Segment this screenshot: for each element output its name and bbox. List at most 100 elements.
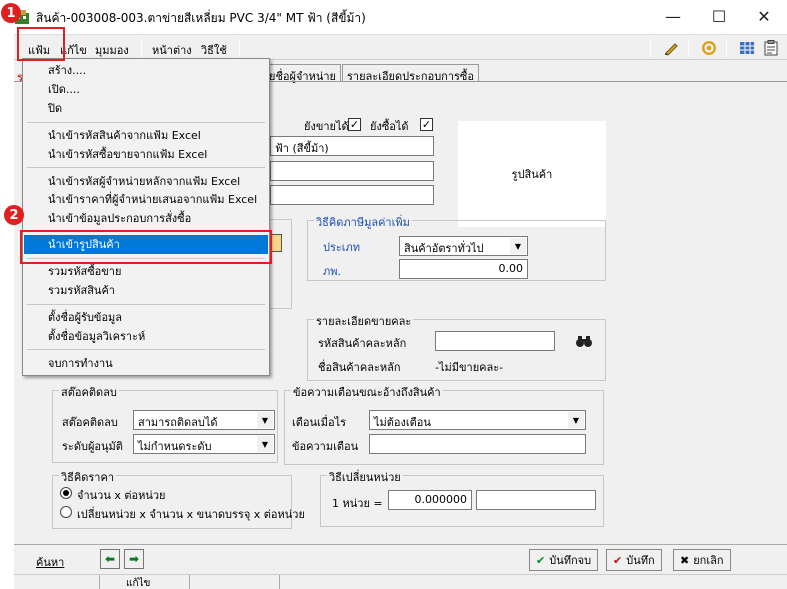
toolbar-separator [688, 39, 689, 57]
stock-mode-label: สต๊อคติดลบ [62, 416, 118, 429]
next-arrow-icon[interactable]: ➡ [124, 549, 144, 569]
menu-item-open[interactable]: เปิด.... [24, 80, 268, 99]
prev-arrow-icon[interactable]: ⬅ [100, 549, 120, 569]
menu-item-import-main-supplier[interactable]: นำเข้ารหัสผู้จำหน่ายหลักจากแฟ้ม Excel [24, 172, 268, 191]
status-bar: แก้ไข [14, 574, 787, 589]
menu-item-import-supplier-prices[interactable]: นำเข้าราคาที่ผู้จำหน่ายเสนอจากแฟ้ม Excel [24, 190, 268, 209]
menu-window[interactable]: หน้าต่าง [152, 41, 192, 59]
pen-icon[interactable] [660, 37, 682, 59]
menu-separator [27, 167, 265, 168]
target-icon[interactable] [698, 37, 720, 59]
bottom-bar: ค้นหา ⬅ ➡ ✔ บันทึกจบ ✔ บันทึก ✖ ยกเลิก [14, 544, 787, 574]
close-icon: ✖ [680, 553, 690, 567]
bundle-code-input[interactable] [435, 331, 555, 351]
search-link[interactable]: ค้นหา [36, 553, 64, 571]
step-2-badge: 2 [4, 205, 24, 225]
unit-ratio-input[interactable]: 0.000000 [388, 490, 472, 510]
binoculars-icon[interactable] [573, 331, 595, 351]
bundle-name-value: -ไม่มีขายคละ- [435, 361, 504, 374]
hidden-group-edge [270, 219, 292, 309]
approval-level-select[interactable]: ไม่กำหนดระดับ ▼ [133, 434, 275, 454]
menu-help[interactable]: วิธีใช้ [201, 41, 227, 59]
pricing-option-1-label[interactable]: จำนวน x ต่อหน่วย [77, 486, 165, 504]
cancel-button[interactable]: ✖ ยกเลิก [673, 549, 731, 571]
highlight-file-menu [17, 27, 65, 61]
vat-type-select[interactable]: สินค้าอัตราทั่วไป ▼ [399, 236, 528, 256]
can-buy-label: ยังซื้อได้ [370, 120, 409, 133]
title-bar: สินค้า-003008-003.ตาข่ายสีเหลี่ยม PVC 3/… [0, 0, 787, 32]
menu-separator [141, 39, 142, 57]
toolbar-separator [726, 39, 727, 57]
check-icon: ✔ [536, 553, 546, 567]
unit-label: 1 หน่วย = [332, 497, 383, 510]
menu-item-import-purchase-info[interactable]: นำเข้าข้อมูลประกอบการสั่งซื้อ [24, 209, 268, 228]
menu-item-exit[interactable]: จบการทำงาน [24, 354, 268, 373]
product-photo-label: รูปสินค้า [511, 168, 553, 181]
menu-item-set-recipient[interactable]: ตั้งชื่อผู้รับข้อมูล [24, 308, 268, 327]
pricing-option-2-radio[interactable] [60, 506, 72, 518]
clipboard-icon[interactable] [760, 37, 782, 59]
unit-name-input[interactable] [476, 490, 596, 510]
product-name-field-2[interactable] [270, 161, 434, 181]
menu-view[interactable]: มุมมอง [95, 41, 129, 59]
pricing-option-2-label[interactable]: เปลี่ยนหน่วย x จำนวน x ขนาดบรรจุ x ต่อหน… [77, 505, 305, 523]
vat-rate-input[interactable]: 0.00 [399, 259, 528, 279]
vat-group-title: วิธีคิดภาษีมูลค่าเพิ่ม [314, 213, 412, 231]
bundle-name-label: ชื่อสินค้าคละหลัก [318, 361, 401, 374]
warn-when-label: เตือนเมื่อไร [292, 416, 347, 429]
menu-item-import-products[interactable]: นำเข้ารหัสสินค้าจากแฟ้ม Excel [24, 126, 268, 145]
stock-mode-select[interactable]: สามารถติดลบได้ ▼ [133, 410, 275, 430]
check-icon: ✔ [613, 553, 623, 567]
bundle-group-title: รายละเอียดขายคละ [314, 312, 414, 330]
file-menu-dropdown: สร้าง.... เปิด.... ปิด นำเข้ารหัสสินค้าจ… [22, 58, 270, 376]
status-cell-1 [14, 575, 100, 589]
menu-item-merge-trade-codes[interactable]: รวมรหัสซื้อขาย [24, 262, 268, 281]
can-sell-checkbox[interactable]: ✓ [348, 118, 361, 131]
pricing-group: วิธีคิดราคา จำนวน x ต่อหน่วย เปลี่ยนหน่ว… [52, 468, 305, 529]
maximize-button[interactable]: ☐ [696, 0, 742, 32]
tab-suppliers[interactable]: ยชื่อผู้จำหน่าย [264, 64, 341, 83]
status-mode: แก้ไข [100, 575, 190, 589]
menu-item-import-trade-codes[interactable]: นำเข้ารหัสซื้อขายจากแฟ้ม Excel [24, 145, 268, 164]
can-sell-label: ยังขายได้ [304, 120, 349, 133]
save-close-button[interactable]: ✔ บันทึกจบ [529, 549, 599, 571]
menu-separator [239, 39, 240, 57]
vat-type-label: ประเภท [323, 241, 361, 254]
chevron-down-icon: ▼ [257, 436, 273, 452]
close-button[interactable]: ✕ [741, 0, 787, 32]
save-button[interactable]: ✔ บันทึก [606, 549, 662, 571]
menu-item-set-analysis[interactable]: ตั้งชื่อข้อมูลวิเคราะห์ [24, 327, 268, 346]
status-cell-3 [190, 575, 280, 589]
tab-purchase-details[interactable]: รายละเอียดประกอบการซื้อ [342, 64, 479, 83]
grid-icon[interactable] [736, 37, 758, 59]
product-name-field-3[interactable] [270, 185, 434, 205]
window-title: สินค้า-003008-003.ตาข่ายสีเหลี่ยม PVC 3/… [36, 11, 366, 25]
warn-when-select[interactable]: ไม่ต้องเตือน ▼ [369, 410, 586, 430]
pricing-option-1-radio[interactable] [60, 487, 72, 499]
warning-group: ข้อความเตือนขณะอ้างถึงสินค้า เตือนเมื่อไ… [284, 383, 604, 465]
menu-item-merge-product-codes[interactable]: รวมรหัสสินค้า [24, 281, 268, 300]
product-name-field[interactable]: ฟ้า (สีขี้ม้า) [270, 136, 434, 156]
step-1-badge: 1 [1, 3, 21, 23]
pricing-group-title: วิธีคิดราคา [59, 468, 117, 486]
warn-message-input[interactable] [369, 434, 586, 454]
menu-item-new[interactable]: สร้าง.... [24, 61, 268, 80]
unit-group-title: วิธีเปลี่ยนหน่วย [327, 468, 403, 486]
menu-bar: แฟ้ม แก้ไข มุมมอง หน้าต่าง วิธีใช้ [14, 34, 787, 60]
minimize-button[interactable]: — [650, 0, 696, 32]
menu-separator [27, 349, 265, 350]
menu-item-close[interactable]: ปิด [24, 99, 268, 118]
chevron-down-icon: ▼ [257, 412, 273, 428]
highlight-import-images [20, 230, 272, 264]
warn-message-label: ข้อความเตือน [292, 440, 359, 453]
chevron-down-icon: ▼ [510, 238, 526, 254]
bundle-group: รายละเอียดขายคละ รหัสสินค้าคละหลัก ชื่อส… [307, 312, 606, 381]
menu-separator [27, 122, 265, 123]
stock-group-title: สต๊อคติดลบ [59, 383, 119, 401]
warning-group-title: ข้อความเตือนขณะอ้างถึงสินค้า [291, 383, 443, 401]
vat-group: วิธีคิดภาษีมูลค่าเพิ่ม ประเภท สินค้าอัตร… [307, 213, 606, 281]
can-buy-checkbox[interactable]: ✓ [420, 118, 433, 131]
menu-separator [27, 304, 265, 305]
chevron-down-icon: ▼ [568, 412, 584, 428]
product-photo[interactable]: รูปสินค้า [458, 121, 606, 227]
